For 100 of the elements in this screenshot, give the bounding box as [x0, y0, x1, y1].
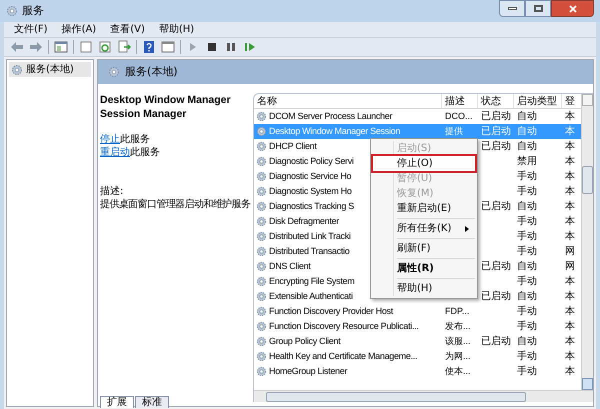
table-cell: 本: [565, 156, 575, 167]
service-name[interactable]: Function Discovery Provider Host: [269, 304, 393, 319]
service-icon: [256, 141, 267, 152]
table-cell: 禁用: [517, 156, 537, 167]
menu-item[interactable]: 帮助(H): [158, 22, 194, 37]
view-tab[interactable]: 扩展: [100, 396, 134, 408]
window-icon[interactable]: [161, 40, 175, 54]
service-name[interactable]: Diagnostic Policy Servi: [269, 154, 354, 169]
table-cell: 自动: [517, 336, 537, 347]
export-icon[interactable]: [117, 40, 131, 54]
horizontal-scrollbar[interactable]: [254, 390, 593, 402]
service-icon: [256, 231, 267, 242]
table-cell: 本: [565, 291, 575, 302]
service-icon: [256, 261, 267, 272]
pause-icon[interactable]: [224, 40, 238, 54]
table-cell: 手动: [517, 321, 537, 332]
column-header[interactable]: 状态: [478, 94, 514, 108]
table-cell: 本: [565, 216, 575, 227]
menu-item[interactable]: 帮助(H): [373, 281, 475, 296]
forward-icon[interactable]: [29, 40, 43, 54]
table-cell: 自动: [517, 201, 537, 212]
gear-icon: [11, 64, 23, 76]
gear-icon: [108, 66, 120, 78]
menu-item[interactable]: 重新启动(E): [373, 201, 475, 216]
table-cell: DCO...: [445, 111, 473, 121]
close-button[interactable]: [551, 0, 594, 17]
window-title: 服务: [22, 2, 44, 19]
table-cell: 已启动: [481, 201, 511, 212]
service-name[interactable]: Distributed Link Tracki: [269, 229, 351, 244]
service-icon: [256, 111, 267, 122]
column-header[interactable]: 描述: [442, 94, 478, 108]
tree-item[interactable]: 服务(本地): [9, 62, 91, 77]
minimize-button[interactable]: [499, 0, 525, 17]
table-cell: 本: [565, 321, 575, 332]
column-header[interactable]: 启动类型: [514, 94, 562, 108]
table-cell: 已启动: [481, 126, 511, 137]
service-icon: [256, 171, 267, 182]
view-tab[interactable]: 标准: [135, 396, 169, 408]
menu-item[interactable]: 查看(V): [110, 22, 145, 37]
action-link[interactable]: 重启动: [100, 147, 130, 158]
table-cell: 自动: [517, 126, 537, 137]
table-cell: 已启动: [481, 291, 511, 302]
service-icon: [256, 276, 267, 287]
service-name[interactable]: DCOM Server Process Launcher: [269, 109, 392, 124]
action-link[interactable]: 停止: [100, 134, 120, 145]
service-icon: [256, 246, 267, 257]
service-name[interactable]: Extensible Authenticati: [269, 289, 353, 304]
table-cell: 手动: [517, 366, 537, 377]
service-icon: [256, 201, 267, 212]
back-icon[interactable]: [10, 40, 24, 54]
service-name[interactable]: Diagnostic Service Ho: [269, 169, 352, 184]
service-name[interactable]: HomeGroup Listener: [269, 364, 348, 379]
service-name[interactable]: Function Discovery Resource Publicati...: [269, 319, 419, 334]
menu-item[interactable]: 停止(O): [373, 156, 475, 171]
refresh-icon[interactable]: [98, 40, 112, 54]
table-cell: 自动: [517, 141, 537, 152]
table-cell: 手动: [517, 351, 537, 362]
table-cell: 手动: [517, 186, 537, 197]
service-icon: [256, 291, 267, 302]
console-tree-icon[interactable]: [54, 40, 68, 54]
table-cell: 已启动: [481, 111, 511, 122]
menu-item[interactable]: 操作(A): [62, 22, 96, 37]
table-cell: 本: [565, 201, 575, 212]
table-cell: 手动: [517, 231, 537, 242]
service-icon: [256, 351, 267, 362]
column-header[interactable]: 名称: [254, 94, 442, 108]
description-label: 描述:: [100, 185, 124, 198]
menu-item[interactable]: 所有任务(K): [373, 221, 475, 236]
table-cell: 手动: [517, 276, 537, 287]
service-name[interactable]: DHCP Client: [269, 139, 317, 154]
table-cell: FDP...: [445, 306, 470, 316]
table-cell: 本: [565, 186, 575, 197]
window-icon[interactable]: [79, 40, 93, 54]
table-cell: 本: [565, 276, 575, 287]
service-name[interactable]: Group Policy Client: [269, 334, 340, 349]
service-name[interactable]: Distributed Transactio: [269, 244, 350, 259]
table-cell: 本: [565, 351, 575, 362]
table-cell: 已启动: [481, 141, 511, 152]
service-name[interactable]: Health Key and Certificate Manageme...: [269, 349, 418, 364]
service-name[interactable]: Disk Defragmenter: [269, 214, 339, 229]
stop-icon[interactable]: [205, 40, 219, 54]
service-name[interactable]: Diagnostics Tracking S: [269, 199, 354, 214]
table-cell: 提供: [445, 126, 463, 136]
service-name[interactable]: Encrypting File System: [269, 274, 354, 289]
maximize-button[interactable]: [525, 0, 551, 17]
action-text: 停止此服务: [100, 133, 151, 146]
description-text: 提供桌面窗口管理器启动和维护服务: [100, 198, 251, 211]
service-icon: [256, 186, 267, 197]
menu-item[interactable]: 属性(R): [373, 261, 475, 276]
menu-item[interactable]: 刷新(F): [373, 241, 475, 256]
service-name[interactable]: DNS Client: [269, 259, 311, 274]
table-cell: 本: [565, 126, 575, 137]
table-cell: 自动: [517, 261, 537, 272]
help-icon[interactable]: [142, 40, 156, 54]
vertical-scrollbar[interactable]: [581, 94, 593, 390]
service-icon: [256, 336, 267, 347]
service-name[interactable]: Diagnostic System Ho: [269, 184, 352, 199]
table-cell: 发布...: [445, 321, 471, 331]
restart-icon[interactable]: [243, 40, 257, 54]
menu-item[interactable]: 文件(F): [14, 22, 48, 37]
